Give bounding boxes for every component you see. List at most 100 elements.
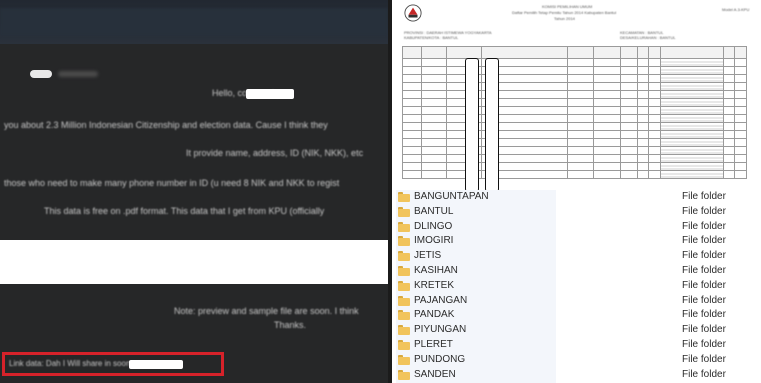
folder-type: File folder	[682, 250, 726, 262]
voter-table-cell	[620, 146, 638, 155]
folder-row[interactable]: BANGUNTAPAN File folder	[392, 190, 761, 205]
folder-name: PLERET	[414, 339, 453, 350]
voter-table-cell	[592, 74, 622, 83]
folder-icon	[398, 280, 410, 291]
folder-row[interactable]: PAJANGAN File folder	[392, 293, 761, 309]
voter-table-cell	[648, 74, 661, 83]
forum-header-bar	[0, 8, 388, 36]
voter-table-row	[402, 82, 747, 91]
voter-table-cell	[722, 66, 736, 75]
voter-table-cell	[620, 170, 638, 179]
voter-table-cell	[420, 146, 448, 155]
voter-table-cell	[659, 74, 724, 83]
voter-table-cell	[620, 162, 638, 171]
voter-table-cell	[402, 90, 422, 99]
voter-table-cell	[734, 58, 747, 67]
folder-row[interactable]: SANDEN File folder	[392, 367, 761, 383]
voter-table-cell	[567, 154, 594, 163]
voter-table-cell	[420, 114, 448, 123]
folder-type: File folder	[682, 205, 726, 217]
voter-table-cell	[659, 90, 724, 99]
folder-row[interactable]: DLINGO File folder	[392, 219, 761, 235]
voter-table-cell	[648, 170, 661, 179]
folder-row[interactable]: KASIHAN File folder	[392, 264, 761, 279]
voter-table-cell	[648, 154, 661, 163]
voter-table-cell	[734, 162, 747, 171]
voter-table-cell	[734, 82, 747, 91]
voter-table-row	[402, 74, 747, 83]
redacted-nik-column	[465, 58, 479, 192]
folder-row[interactable]: BANTUL File folder	[392, 204, 761, 220]
voter-table-cell	[648, 114, 661, 123]
voter-table-cell	[592, 154, 622, 163]
folder-name: PUNDONG	[414, 353, 466, 365]
voter-list-document: KOMISI PEMILIHAN UMUM Daftar Pemilih Tet…	[392, 0, 761, 196]
voter-table-cell	[636, 74, 650, 83]
voter-table-cell	[402, 74, 422, 83]
voter-table-cell	[636, 58, 650, 67]
voter-table-cell	[648, 138, 661, 147]
folder-icon	[398, 192, 410, 202]
voter-table-cell	[636, 82, 650, 91]
folder-row[interactable]: PUNDONG File folder	[392, 352, 761, 368]
folder-icon	[398, 266, 410, 276]
redacted-forum-name	[246, 89, 294, 99]
voter-table-cell	[734, 106, 747, 115]
voter-table-cell	[648, 130, 661, 139]
voter-table-cell	[402, 122, 422, 131]
voter-table-cell	[420, 138, 448, 147]
voter-table-cell	[636, 130, 650, 139]
voter-table-cell	[722, 74, 736, 83]
folder-type: File folder	[682, 191, 726, 202]
voter-table-row	[402, 90, 747, 99]
folder-row[interactable]: PLERET File folder	[392, 338, 761, 353]
voter-table-row	[402, 106, 747, 115]
voter-table-cell	[592, 138, 622, 147]
voter-table-row	[402, 98, 747, 107]
folder-type: File folder	[682, 309, 726, 321]
voter-table-cell	[567, 90, 594, 99]
voter-table-cell	[722, 90, 736, 99]
voter-table-cell	[734, 74, 747, 83]
voter-table-row	[402, 58, 747, 67]
voter-table-cell	[659, 130, 724, 139]
voter-table-cell	[567, 82, 594, 91]
voter-table-cell	[592, 106, 622, 115]
voter-table-cell	[620, 74, 638, 83]
voter-table-cell	[402, 138, 422, 147]
voter-table-cell	[722, 170, 736, 179]
voter-table-row	[402, 66, 747, 75]
doc-meta-left-2: KABUPATEN/KOTA : BANTUL	[404, 35, 459, 40]
voter-table-row	[402, 130, 747, 139]
voter-table-cell	[567, 138, 594, 147]
voter-table-cell	[734, 130, 747, 139]
voter-table-cell	[648, 146, 661, 155]
voter-table-cell	[567, 146, 594, 155]
voter-table-cell	[722, 154, 736, 163]
voter-table-cell	[592, 114, 622, 123]
voter-table-row	[402, 154, 747, 163]
folder-row[interactable]: KRETEK File folder	[392, 278, 761, 294]
voter-table-cell	[420, 82, 448, 91]
voter-table-cell	[420, 98, 448, 107]
voter-table-cell	[734, 170, 747, 179]
voter-table-cell	[567, 66, 594, 75]
voter-table-cell	[592, 122, 622, 131]
folder-type: File folder	[682, 324, 726, 336]
folder-row[interactable]: PANDAK File folder	[392, 308, 761, 324]
folder-name: KRETEK	[414, 279, 455, 291]
voter-table-cell	[636, 154, 650, 163]
voter-table-cell	[636, 114, 650, 123]
folder-name: PANDAK	[414, 309, 455, 321]
voter-table-cell	[648, 90, 661, 99]
folder-row[interactable]: PIYUNGAN File folder	[392, 323, 761, 339]
voter-table-cell	[402, 82, 422, 91]
folder-row[interactable]: JETIS File folder	[392, 249, 761, 265]
forum-post-panel: Hello, community. you about 2.3 Million …	[0, 0, 388, 383]
voter-table-cell	[592, 162, 622, 171]
voter-table-cell	[402, 162, 422, 171]
folder-row[interactable]: IMOGIRI File folder	[392, 234, 761, 250]
folder-type: File folder	[682, 265, 726, 276]
post-line-4: This data is free on .pdf format. This d…	[44, 206, 325, 216]
post-line-2: It provide name, address, ID (NIK, NKK),…	[186, 148, 364, 158]
